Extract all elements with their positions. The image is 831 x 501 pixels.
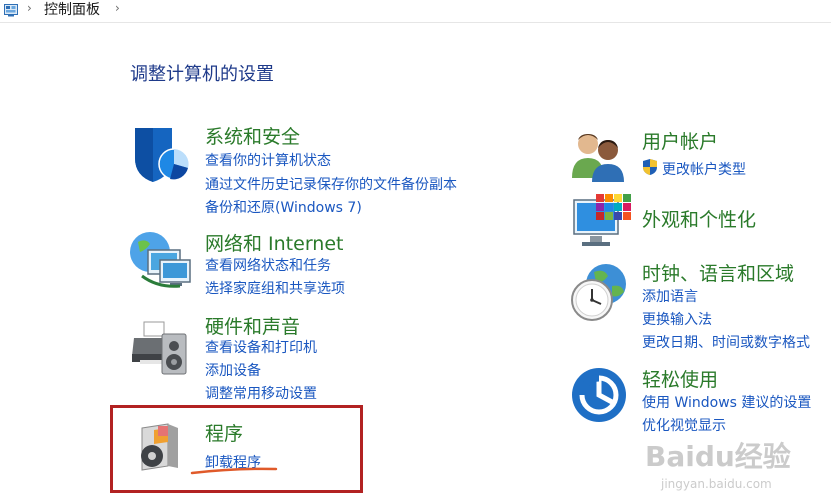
category-clock-language-region[interactable]: 时钟、语言和区域 [642, 259, 794, 286]
users-icon[interactable] [570, 128, 630, 188]
link-backup-restore[interactable]: 备份和还原(Windows 7) [205, 197, 362, 217]
link-homegroup-sharing[interactable]: 选择家庭组和共享选项 [205, 278, 345, 298]
link-devices-printers[interactable]: 查看设备和打印机 [205, 337, 317, 357]
link-change-input-method[interactable]: 更换输入法 [642, 309, 712, 329]
ease-of-access-icon[interactable] [570, 366, 628, 428]
category-appearance-personalization[interactable]: 外观和个性化 [642, 205, 756, 232]
category-user-accounts[interactable]: 用户帐户 [642, 127, 718, 154]
watermark-url: jingyan.baidu.com [661, 477, 772, 491]
shield-icon[interactable] [130, 124, 192, 190]
page-title: 调整计算机的设置 [130, 64, 274, 85]
link-view-network-status[interactable]: 查看网络状态和任务 [205, 255, 331, 275]
link-change-account-type[interactable]: 更改帐户类型 [662, 159, 746, 179]
breadcrumb-item-control-panel[interactable]: 控制面板 [44, 2, 100, 18]
printer-speaker-icon[interactable] [130, 318, 192, 384]
watermark-logo: Baidu经验 [645, 440, 791, 473]
underline-annotation [190, 467, 278, 475]
link-windows-recommended-settings[interactable]: 使用 Windows 建议的设置 [642, 392, 811, 412]
link-mobility-settings[interactable]: 调整常用移动设置 [205, 383, 317, 403]
uac-shield-icon [642, 158, 658, 180]
link-file-history-backup[interactable]: 通过文件历史记录保存你的文件备份副本 [205, 174, 457, 194]
link-view-computer-status[interactable]: 查看你的计算机状态 [205, 150, 331, 170]
baidu-watermark: Baidu经验 jingyan.baidu.com [627, 429, 827, 499]
clock-globe-icon[interactable] [568, 262, 630, 328]
category-ease-of-access[interactable]: 轻松使用 [642, 365, 718, 392]
breadcrumb: › 控制面板 › [0, 0, 831, 23]
link-add-device[interactable]: 添加设备 [205, 360, 261, 380]
control-panel-icon[interactable] [4, 2, 18, 17]
highlight-box [110, 405, 363, 493]
link-add-language[interactable]: 添加语言 [642, 286, 698, 306]
network-globe-icon[interactable] [128, 228, 194, 294]
chevron-right-icon[interactable]: › [115, 1, 120, 15]
link-change-date-time-format[interactable]: 更改日期、时间或数字格式 [642, 332, 810, 352]
chevron-right-icon: › [27, 1, 32, 15]
appearance-monitor-icon[interactable] [570, 192, 632, 256]
category-system-security[interactable]: 系统和安全 [205, 122, 300, 149]
category-hardware-sound[interactable]: 硬件和声音 [205, 312, 300, 339]
category-network-internet[interactable]: 网络和 Internet [205, 229, 343, 256]
